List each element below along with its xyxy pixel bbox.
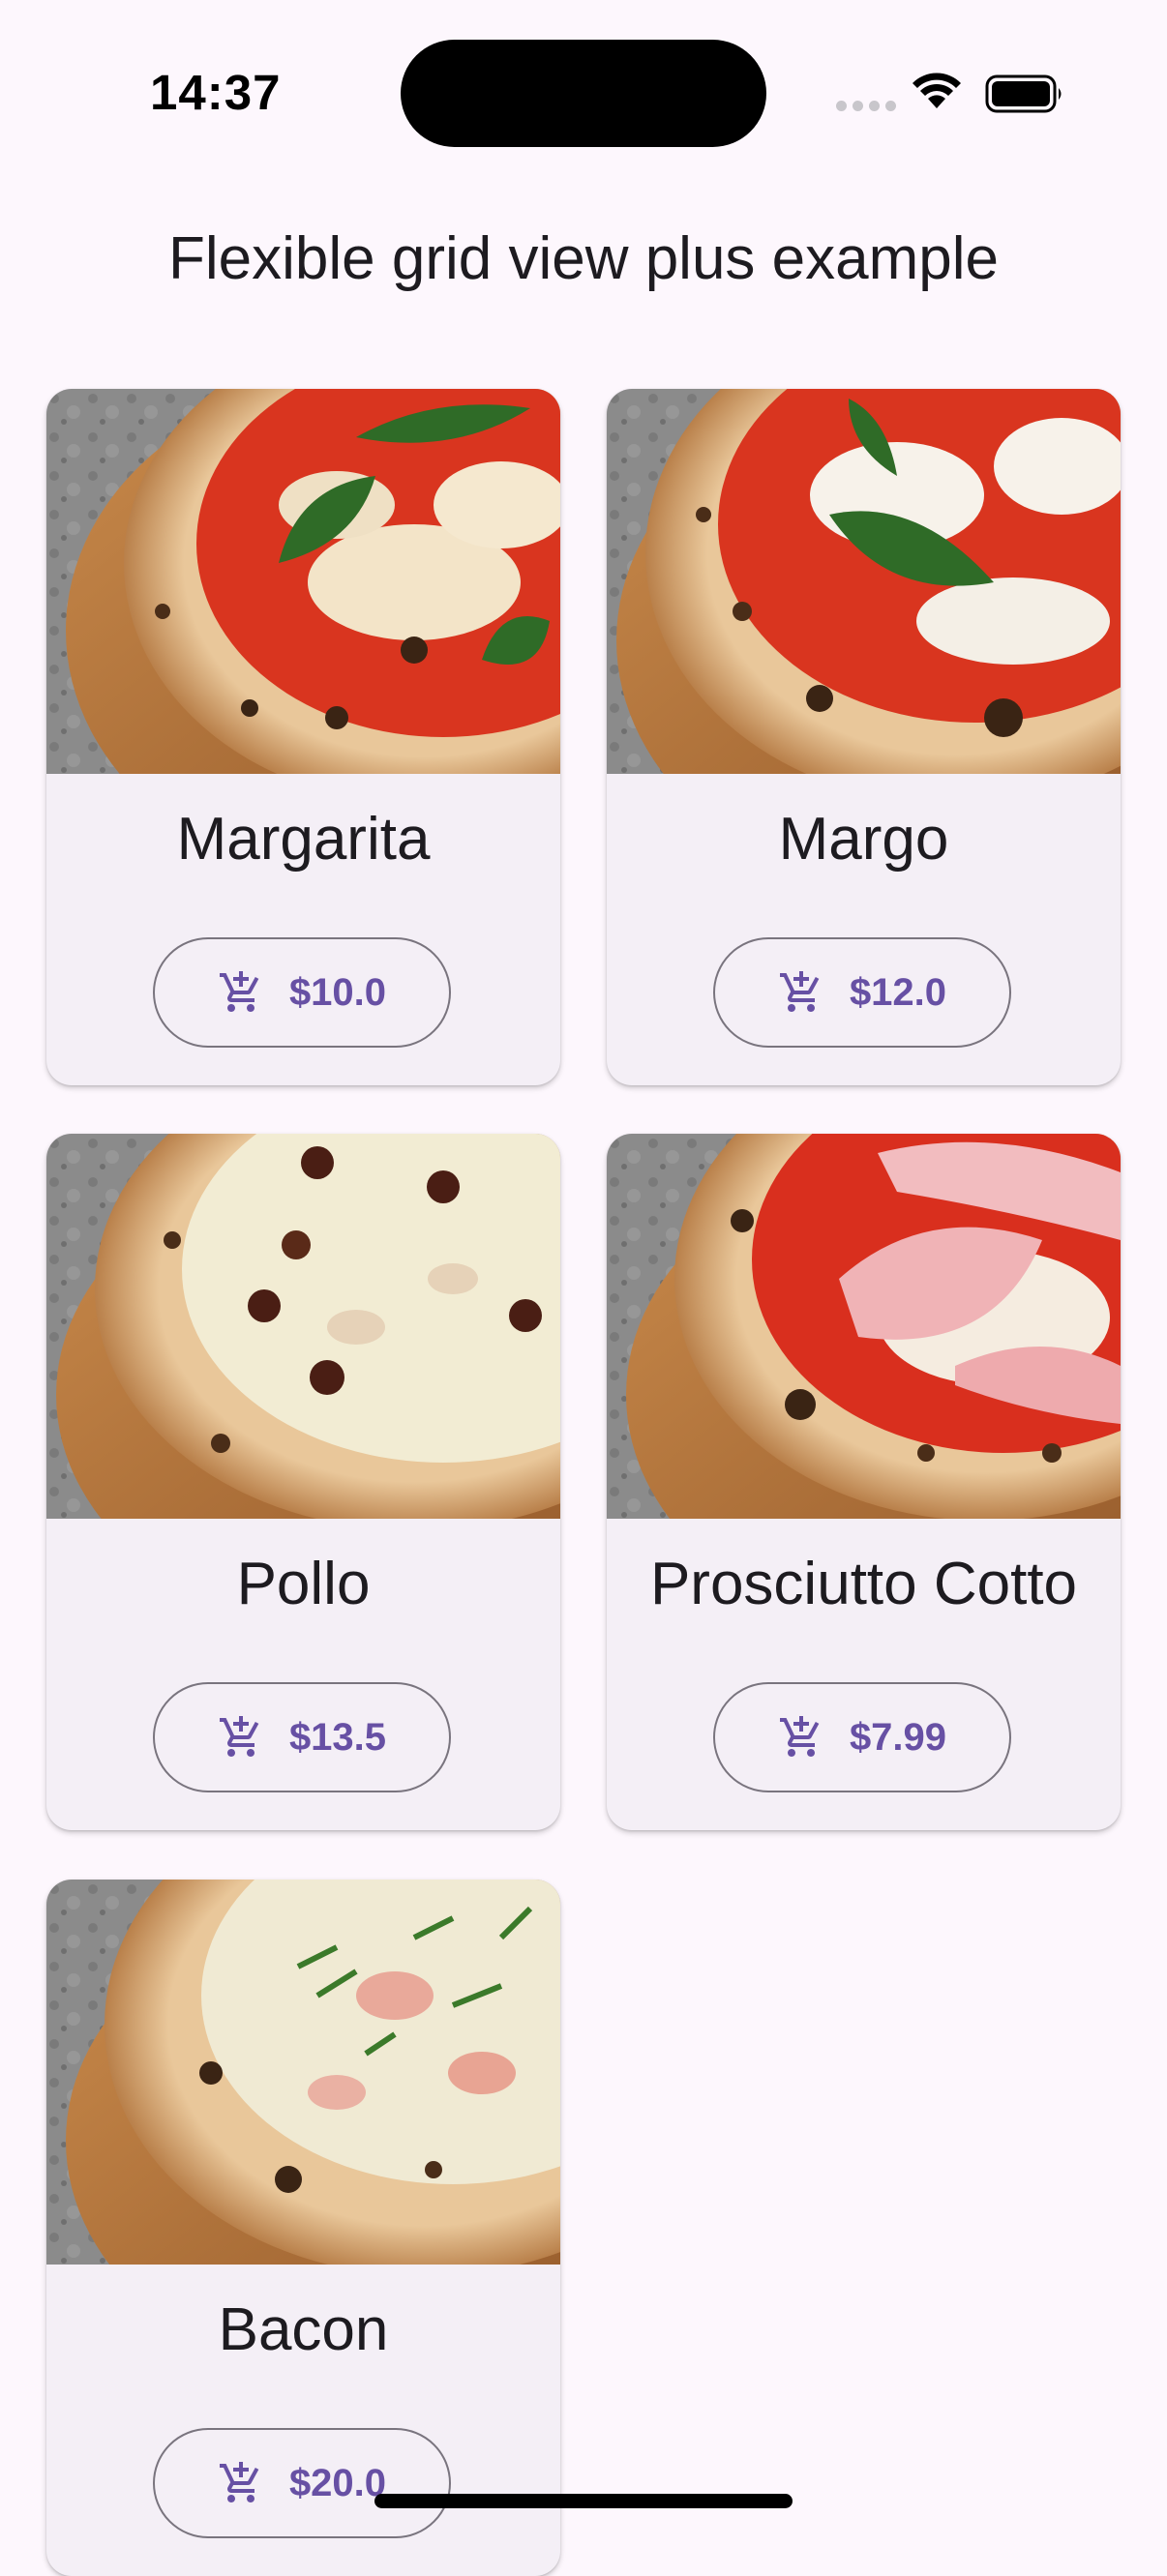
pizza-image [607, 1134, 1121, 1519]
product-name: Margo [778, 806, 949, 873]
battery-icon [985, 74, 1062, 113]
add-shopping-cart-icon [218, 2460, 264, 2506]
pizza-image [46, 1134, 560, 1519]
cellular-signal-icon [836, 101, 896, 111]
product-name: Margarita [176, 806, 431, 873]
product-name: Bacon [218, 2296, 389, 2363]
add-shopping-cart-icon [218, 1714, 264, 1761]
price-label: $13.5 [288, 1715, 387, 1759]
price-label: $20.0 [288, 2461, 387, 2504]
product-name: Prosciutto Cotto [649, 1551, 1078, 1617]
product-card[interactable]: Prosciutto Cotto $7.99 [607, 1134, 1121, 1830]
add-to-cart-button[interactable]: $13.5 [153, 1682, 451, 1792]
product-card[interactable]: Margarita $10.0 [46, 389, 560, 1085]
page-title: Flexible grid view plus example [167, 225, 1000, 292]
product-card[interactable]: Margo $12.0 [607, 389, 1121, 1085]
add-to-cart-button[interactable]: $20.0 [153, 2428, 451, 2538]
add-to-cart-button[interactable]: $10.0 [153, 937, 451, 1048]
add-to-cart-button[interactable]: $12.0 [713, 937, 1011, 1048]
add-shopping-cart-icon [778, 1714, 824, 1761]
product-card[interactable]: Pollo $13.5 [46, 1134, 560, 1830]
price-label: $7.99 [849, 1715, 947, 1759]
add-shopping-cart-icon [218, 969, 264, 1016]
pizza-image [607, 389, 1121, 774]
home-indicator[interactable] [374, 2494, 793, 2508]
product-card[interactable]: Bacon $20.0 [46, 1880, 560, 2576]
wifi-icon [913, 73, 961, 108]
pizza-image [46, 1880, 560, 2265]
pizza-image [46, 389, 560, 774]
dynamic-island [401, 40, 766, 147]
status-bar-time: 14:37 [150, 65, 282, 120]
price-label: $12.0 [849, 970, 947, 1014]
price-label: $10.0 [288, 970, 387, 1014]
add-to-cart-button[interactable]: $7.99 [713, 1682, 1011, 1792]
product-name: Pollo [236, 1551, 371, 1617]
add-shopping-cart-icon [778, 969, 824, 1016]
